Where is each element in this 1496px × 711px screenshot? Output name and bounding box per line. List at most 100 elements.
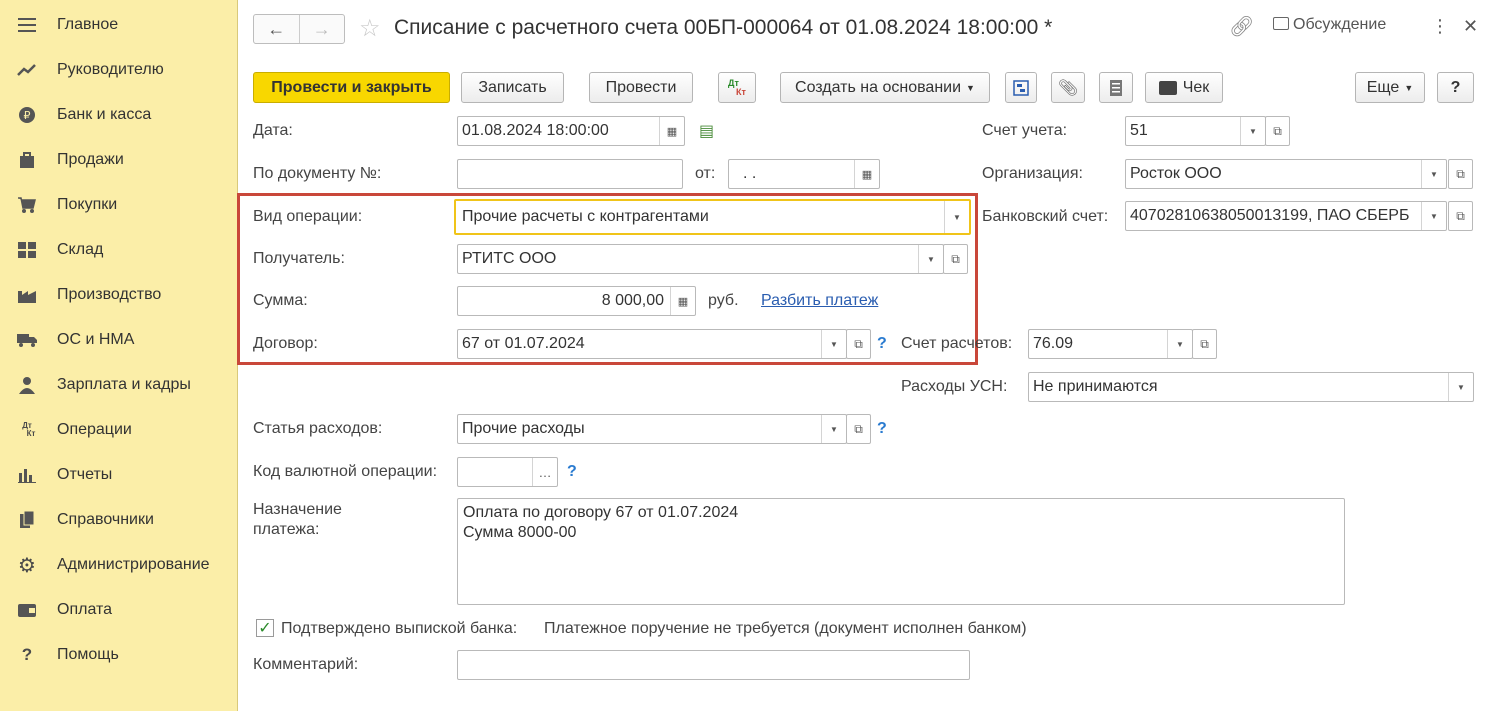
truck-icon <box>16 330 38 350</box>
account-select[interactable]: 51 ▼ <box>1125 116 1266 146</box>
organization-select[interactable]: Росток ООО ▼ <box>1125 159 1447 189</box>
chevron-down-icon[interactable]: ▼ <box>821 415 846 443</box>
chevron-down-icon[interactable]: ▼ <box>1448 373 1473 401</box>
discussion-button[interactable]: Обсуждение <box>1273 16 1386 34</box>
sidebar-item-label: Зарплата и кадры <box>57 376 191 393</box>
more-vertical-icon[interactable]: ⋮ <box>1431 16 1449 37</box>
chevron-down-icon[interactable]: ▼ <box>1421 160 1446 188</box>
currency-operation-field[interactable]: … <box>457 457 558 487</box>
person-icon <box>16 375 38 395</box>
open-account-button[interactable]: ⧉ <box>1265 116 1290 146</box>
post-and-close-button[interactable]: Провести и закрыть <box>253 72 450 103</box>
create-based-on-button[interactable]: Создать на основании ▼ <box>780 72 990 103</box>
sidebar-item-label: Производство <box>57 286 162 303</box>
chevron-down-icon[interactable]: ▼ <box>1240 117 1265 145</box>
favorite-star-icon[interactable]: ☆ <box>359 14 381 43</box>
sidebar-item-sales[interactable]: Продажи <box>0 140 237 180</box>
sidebar-item-label: Банк и касса <box>57 106 152 123</box>
svg-text:₽: ₽ <box>24 109 31 122</box>
account-label: Счет учета: <box>982 122 1068 139</box>
date-value: 01.08.2024 18:00:00 <box>462 122 609 139</box>
chevron-down-icon[interactable]: ▼ <box>1167 330 1192 358</box>
open-recipient-button[interactable]: ⧉ <box>943 244 968 274</box>
recipient-select[interactable]: РТИТС ООО ▼ <box>457 244 944 274</box>
sidebar-item-production[interactable]: Производство <box>0 275 237 315</box>
sidebar-item-label: Руководителю <box>57 61 164 78</box>
help-button[interactable]: ? <box>1437 72 1474 103</box>
link-icon[interactable]: 🔗︎ <box>1229 14 1254 39</box>
calculator-icon[interactable]: ▦ <box>670 287 695 315</box>
account-value: 51 <box>1130 122 1148 139</box>
chevron-down-icon[interactable]: ▼ <box>1421 202 1446 230</box>
date-field[interactable]: 01.08.2024 18:00:00 ▦ <box>457 116 685 146</box>
post-button[interactable]: Провести <box>589 72 693 103</box>
dt-kt-button[interactable]: Дт Кт <box>718 72 756 103</box>
bank-account-label: Банковский счет: <box>982 208 1109 225</box>
structure-icon[interactable] <box>1005 72 1037 103</box>
usn-expenses-select[interactable]: Не принимаются ▼ <box>1028 372 1474 402</box>
sidebar-item-warehouse[interactable]: Склад <box>0 230 237 270</box>
receipt-button[interactable]: Чек <box>1145 72 1223 103</box>
split-payment-link[interactable]: Разбить платеж <box>761 292 878 310</box>
from-date-field[interactable]: . . ▦ <box>728 159 880 189</box>
more-button[interactable]: Еще ▼ <box>1355 72 1425 103</box>
contract-select[interactable]: 67 от 01.07.2024 ▼ <box>457 329 847 359</box>
sidebar-item-directories[interactable]: Справочники <box>0 500 237 540</box>
docnum-label: По документу №: <box>253 165 382 182</box>
open-bank-account-button[interactable]: ⧉ <box>1448 201 1473 231</box>
back-arrow-icon[interactable]: ← <box>254 15 300 43</box>
close-icon[interactable]: ✕ <box>1463 16 1478 37</box>
open-contract-button[interactable]: ⧉ <box>846 329 871 359</box>
help-question-icon[interactable]: ? <box>877 420 887 438</box>
sidebar-item-assets[interactable]: ОС и НМА <box>0 320 237 360</box>
discussion-label: Обсуждение <box>1293 16 1387 33</box>
dt-kt-icon: Дт Кт <box>728 77 746 97</box>
open-organization-button[interactable]: ⧉ <box>1448 159 1473 189</box>
sidebar-item-operations[interactable]: Дт Кт Операции <box>0 410 237 450</box>
ruble-coin-icon: ₽ <box>16 105 38 125</box>
document-status-icon[interactable]: ▤ <box>699 121 714 141</box>
sidebar-item-payment[interactable]: Оплата <box>0 590 237 630</box>
expense-item-select[interactable]: Прочие расходы ▼ <box>457 414 847 444</box>
settlement-account-select[interactable]: 76.09 ▼ <box>1028 329 1193 359</box>
contract-value: 67 от 01.07.2024 <box>462 335 585 352</box>
sum-field[interactable]: 8 000,00 ▦ <box>457 286 696 316</box>
ellipsis-icon[interactable]: … <box>532 458 557 486</box>
document-list-icon[interactable] <box>1099 72 1133 103</box>
payment-purpose-textarea[interactable]: Оплата по договору 67 от 01.07.2024 Сумм… <box>457 498 1345 605</box>
sidebar-item-bank[interactable]: ₽ Банк и касса <box>0 95 237 135</box>
help-question-icon[interactable]: ? <box>877 335 887 353</box>
sidebar-item-purchases[interactable]: Покупки <box>0 185 237 225</box>
organization-label: Организация: <box>982 165 1083 182</box>
sidebar-item-admin[interactable]: ⚙ Администрирование <box>0 545 237 585</box>
from-date-value: . . <box>743 165 757 182</box>
bank-account-select[interactable]: 40702810638050013199, ПАО СБЕРБ ▼ <box>1125 201 1447 231</box>
expense-item-label: Статья расходов: <box>253 420 383 437</box>
paperclip-icon[interactable]: 📎︎ <box>1051 72 1085 103</box>
sum-value: 8 000,00 <box>601 292 664 309</box>
sidebar-item-help[interactable]: ? Помощь <box>0 635 237 675</box>
forward-arrow-icon[interactable]: → <box>300 15 345 43</box>
comment-field[interactable] <box>457 650 970 680</box>
sidebar-item-manager[interactable]: Руководителю <box>0 50 237 90</box>
calendar-icon[interactable]: ▦ <box>854 160 879 188</box>
open-expense-item-button[interactable]: ⧉ <box>846 414 871 444</box>
operation-type-select[interactable]: Прочие расчеты с контрагентами ▼ <box>454 199 971 235</box>
bank-confirmed-checkbox[interactable]: ✓ <box>256 619 274 637</box>
help-question-icon[interactable]: ? <box>567 463 577 481</box>
chevron-down-icon[interactable]: ▼ <box>821 330 846 358</box>
sidebar-item-main[interactable]: Главное <box>0 5 237 45</box>
contract-label: Договор: <box>253 335 318 352</box>
settlement-account-label: Счет расчетов: <box>901 335 1013 352</box>
calendar-icon[interactable]: ▦ <box>659 117 684 145</box>
open-settlement-account-button[interactable]: ⧉ <box>1192 329 1217 359</box>
comment-label: Комментарий: <box>253 656 359 673</box>
chevron-down-icon[interactable]: ▼ <box>918 245 943 273</box>
save-button[interactable]: Записать <box>461 72 564 103</box>
sidebar-item-salary[interactable]: Зарплата и кадры <box>0 365 237 405</box>
sidebar-item-reports[interactable]: Отчеты <box>0 455 237 495</box>
menu-icon <box>16 15 38 35</box>
cash-register-icon <box>1158 80 1177 95</box>
chevron-down-icon[interactable]: ▼ <box>944 201 969 233</box>
docnum-field[interactable] <box>457 159 683 189</box>
